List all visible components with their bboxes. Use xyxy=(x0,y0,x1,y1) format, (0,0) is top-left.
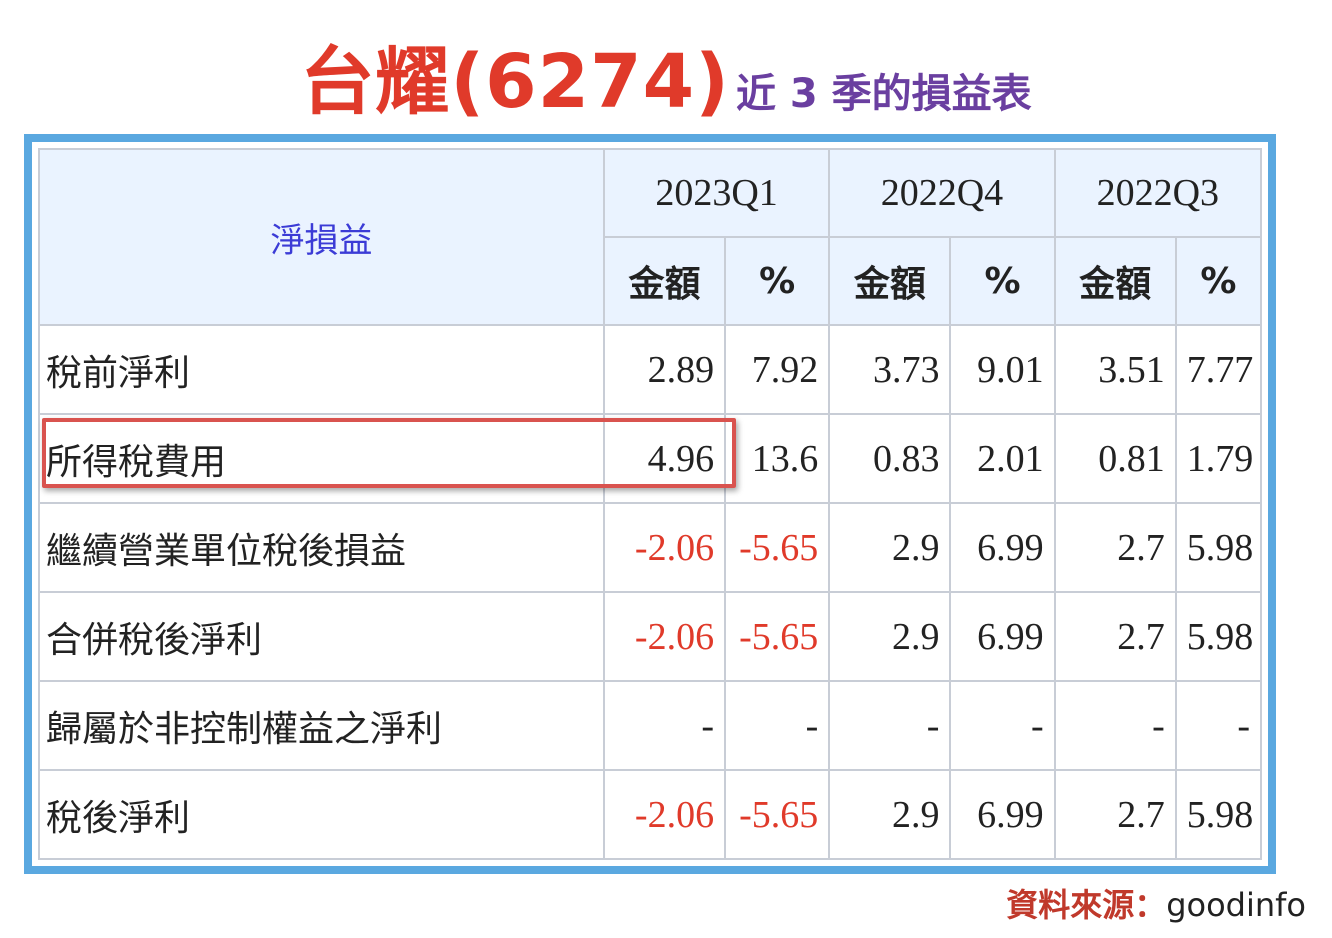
cell-value: 3.73 xyxy=(828,324,952,415)
amount-header: 金額 xyxy=(1053,236,1177,326)
source-note: 資料來源：goodinfo xyxy=(1006,880,1306,926)
cell-value: 0.83 xyxy=(828,413,952,504)
title-main: 台耀(6274) xyxy=(300,39,730,125)
table-row: 歸屬於非控制權益之淨利 - - - - - - xyxy=(38,680,1263,771)
highlight-box xyxy=(42,418,736,488)
cell-value: 7.77 xyxy=(1174,324,1263,415)
table-row: 合併稅後淨利 -2.06 -5.65 2.9 6.99 2.7 5.98 xyxy=(38,591,1263,682)
cell-value: 6.99 xyxy=(949,769,1056,860)
table-row: 稅後淨利 -2.06 -5.65 2.9 6.99 2.7 5.98 xyxy=(38,769,1263,860)
cell-value: 2.7 xyxy=(1053,591,1177,682)
cell-value: 5.98 xyxy=(1174,769,1263,860)
cell-value: 6.99 xyxy=(949,591,1056,682)
cell-value: 9.01 xyxy=(949,324,1056,415)
cell-value: 2.9 xyxy=(828,769,952,860)
cell-value: 2.7 xyxy=(1053,769,1177,860)
corner-label: 淨損益 xyxy=(38,148,605,326)
table-body: 稅前淨利 2.89 7.92 3.73 9.01 3.51 7.77 所得稅費用… xyxy=(38,324,1263,860)
percent-header: % xyxy=(1174,236,1263,326)
amount-header: 金額 xyxy=(828,236,952,326)
cell-value: 1.79 xyxy=(1174,413,1263,504)
row-label: 稅後淨利 xyxy=(38,769,605,860)
cell-value: 3.51 xyxy=(1053,324,1177,415)
cell-value: - xyxy=(828,680,952,771)
row-label: 合併稅後淨利 xyxy=(38,591,605,682)
page-title: 台耀(6274) 近 3 季的損益表 xyxy=(0,22,1332,129)
cell-value: 2.89 xyxy=(602,324,727,415)
cell-value: 7.92 xyxy=(724,324,831,415)
cell-value: -5.65 xyxy=(724,591,831,682)
cell-value: 2.7 xyxy=(1053,502,1177,593)
cell-value: - xyxy=(949,680,1056,771)
source-label: 資料來源： xyxy=(1006,886,1167,924)
cell-value: - xyxy=(1053,680,1177,771)
cell-value: -2.06 xyxy=(602,502,727,593)
cell-value: - xyxy=(602,680,727,771)
cell-value: 0.81 xyxy=(1053,413,1177,504)
cell-value: -2.06 xyxy=(602,591,727,682)
row-label: 繼續營業單位稅後損益 xyxy=(38,502,605,593)
income-statement-table: 淨損益 2023Q1 2022Q4 2022Q3 金額 % 金額 % 金額 % … xyxy=(38,148,1263,860)
cell-value: - xyxy=(1174,680,1263,771)
cell-value: 2.9 xyxy=(828,502,952,593)
cell-value: -5.65 xyxy=(724,769,831,860)
cell-value: -5.65 xyxy=(724,502,831,593)
source-value: goodinfo xyxy=(1166,886,1306,924)
amount-header: 金額 xyxy=(602,236,727,326)
period-header: 2023Q1 xyxy=(602,148,831,238)
percent-header: % xyxy=(949,236,1056,326)
row-label: 歸屬於非控制權益之淨利 xyxy=(38,680,605,771)
cell-value: 13.6 xyxy=(724,413,831,504)
table-frame: 淨損益 2023Q1 2022Q4 2022Q3 金額 % 金額 % 金額 % … xyxy=(24,134,1276,874)
cell-value: 2.01 xyxy=(949,413,1056,504)
table-row: 稅前淨利 2.89 7.92 3.73 9.01 3.51 7.77 xyxy=(38,324,1263,415)
row-label: 稅前淨利 xyxy=(38,324,605,415)
period-header: 2022Q4 xyxy=(828,148,1056,238)
cell-value: 2.9 xyxy=(828,591,952,682)
table-inner: 淨損益 2023Q1 2022Q4 2022Q3 金額 % 金額 % 金額 % … xyxy=(32,142,1268,866)
cell-value: -2.06 xyxy=(602,769,727,860)
period-header: 2022Q3 xyxy=(1053,148,1263,238)
cell-value: 5.98 xyxy=(1174,502,1263,593)
title-sub: 近 3 季的損益表 xyxy=(735,71,1032,117)
cell-value: - xyxy=(724,680,831,771)
table-row: 繼續營業單位稅後損益 -2.06 -5.65 2.9 6.99 2.7 5.98 xyxy=(38,502,1263,593)
cell-value: 5.98 xyxy=(1174,591,1263,682)
cell-value: 6.99 xyxy=(949,502,1056,593)
percent-header: % xyxy=(724,236,831,326)
